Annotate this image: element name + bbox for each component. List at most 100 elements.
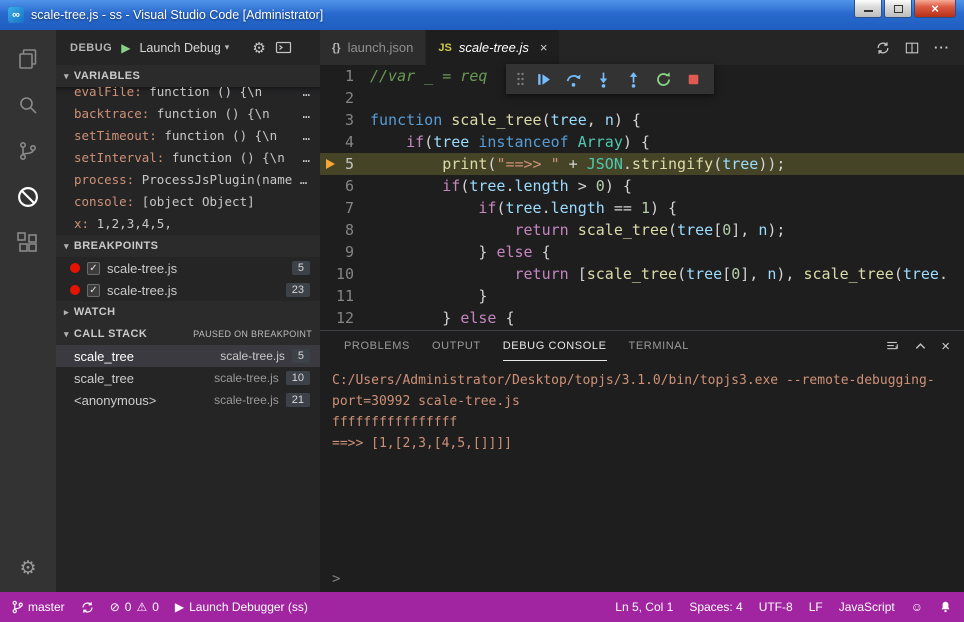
variable-name: x:	[74, 216, 89, 231]
code-line[interactable]: 6 if(tree.length > 0) {	[320, 175, 964, 197]
split-editor-button[interactable]	[905, 41, 919, 55]
minimize-button[interactable]	[854, 0, 882, 18]
tab-output[interactable]: OUTPUT	[432, 331, 481, 361]
variable-row[interactable]: process: ProcessJsPlugin(name …	[56, 168, 320, 190]
eol-setting[interactable]: LF	[809, 600, 823, 614]
maximize-panel-button[interactable]	[914, 340, 927, 352]
sidebar-item-explorer[interactable]	[0, 36, 56, 82]
code-token: .	[505, 177, 514, 195]
code-line[interactable]: 3function scale_tree(tree, n) {	[320, 109, 964, 131]
line-number[interactable]: 6	[320, 175, 370, 197]
sidebar-item-extensions[interactable]	[0, 220, 56, 266]
callstack-frame[interactable]: scale_treescale-tree.js10	[56, 367, 320, 389]
launch-debugger-status[interactable]: ▶ Launch Debugger (ss)	[175, 600, 308, 614]
code-line[interactable]: 4 if(tree instanceof Array) {	[320, 131, 964, 153]
settings-gear-icon[interactable]: ⚙	[0, 557, 56, 580]
breakpoint-checkbox[interactable]: ✓	[87, 262, 100, 275]
tab-debug-console[interactable]: DEBUG CONSOLE	[503, 331, 607, 361]
callstack-frame[interactable]: scale_treescale-tree.js5	[56, 345, 320, 367]
feedback-smiley-icon[interactable]: ☺	[911, 600, 923, 614]
code-editor[interactable]: 1//var _ = req23function scale_tree(tree…	[320, 65, 964, 330]
tab-terminal[interactable]: TERMINAL	[629, 331, 689, 361]
variable-value: function () {\n	[157, 128, 277, 143]
restart-button[interactable]	[650, 66, 677, 92]
start-debug-button[interactable]: ▶	[121, 41, 130, 55]
variable-row[interactable]: evalFile: function () {\n…	[56, 87, 320, 102]
code-line[interactable]: 12 } else {	[320, 307, 964, 329]
variable-row[interactable]: setTimeout: function () {\n…	[56, 124, 320, 146]
variable-row[interactable]: backtrace: function () {\n…	[56, 102, 320, 124]
close-icon: ×	[931, 1, 939, 16]
notifications-bell[interactable]	[939, 600, 952, 614]
line-number[interactable]: 8	[320, 219, 370, 241]
more-actions-icon[interactable]: ···	[934, 40, 950, 55]
title-bar[interactable]: ∞ scale-tree.js - ss - Visual Studio Cod…	[0, 0, 964, 30]
line-number[interactable]: 3	[320, 109, 370, 131]
language-mode[interactable]: JavaScript	[839, 600, 895, 614]
branch-indicator[interactable]: master	[12, 600, 65, 614]
breakpoint-line-badge: 5	[292, 261, 310, 275]
tab-scale-tree-js[interactable]: JS scale-tree.js ×	[426, 30, 559, 65]
configure-gear-icon[interactable]: ⚙	[252, 39, 265, 57]
callstack-section-header[interactable]: ▾ CALL STACK PAUSED ON BREAKPOINT	[56, 323, 320, 345]
watch-section-header[interactable]: ▸ WATCH	[56, 301, 320, 323]
step-over-button[interactable]	[560, 66, 587, 92]
code-line[interactable]: 5 print("==>> " + JSON.stringify(tree));	[320, 153, 964, 175]
sidebar-item-source-control[interactable]	[0, 128, 56, 174]
tab-close-icon[interactable]: ×	[540, 40, 548, 55]
close-panel-icon[interactable]: ×	[941, 338, 950, 355]
encoding-setting[interactable]: UTF-8	[759, 600, 793, 614]
sidebar-item-debug[interactable]	[0, 174, 56, 220]
cursor-position[interactable]: Ln 5, Col 1	[615, 600, 673, 614]
callstack-frame[interactable]: <anonymous>scale-tree.js21	[56, 389, 320, 411]
debug-config-dropdown[interactable]: Launch Debug ▾	[139, 41, 229, 55]
code-line[interactable]: 10 return [scale_tree(tree[0], n), scale…	[320, 263, 964, 285]
code-line[interactable]: 8 return scale_tree(tree[0], n);	[320, 219, 964, 241]
step-out-button[interactable]	[620, 66, 647, 92]
step-into-button[interactable]	[590, 66, 617, 92]
line-number[interactable]: 12	[320, 307, 370, 329]
maximize-button[interactable]	[884, 0, 912, 18]
breakpoint-row[interactable]: ✓scale-tree.js23	[56, 279, 320, 301]
open-debug-console-button[interactable]	[275, 40, 292, 55]
close-button[interactable]: ×	[914, 0, 956, 18]
overflow-ellipsis: …	[302, 128, 310, 143]
breakpoint-checkbox[interactable]: ✓	[87, 284, 100, 297]
tab-launch-json[interactable]: {} launch.json	[320, 30, 425, 65]
line-number[interactable]: 9	[320, 241, 370, 263]
code-token: scale_tree	[578, 221, 668, 239]
tab-problems[interactable]: PROBLEMS	[344, 331, 410, 361]
indentation-setting[interactable]: Spaces: 4	[689, 600, 742, 614]
line-number[interactable]: 2	[320, 87, 370, 109]
window-controls: ×	[854, 0, 956, 18]
variable-row[interactable]: x: 1,2,3,4,5,	[56, 212, 320, 234]
stop-button[interactable]	[680, 66, 707, 92]
line-number[interactable]: 1	[320, 65, 370, 87]
code-line[interactable]: 7 if(tree.length == 1) {	[320, 197, 964, 219]
sidebar-item-search[interactable]	[0, 82, 56, 128]
vscode-window: ∞ scale-tree.js - ss - Visual Studio Cod…	[0, 0, 964, 622]
clear-console-button[interactable]	[885, 339, 900, 353]
variable-row[interactable]: console: [object Object]	[56, 190, 320, 212]
debug-console-input[interactable]: >	[320, 566, 964, 592]
sync-button[interactable]	[876, 41, 890, 55]
frame-name: <anonymous>	[74, 393, 156, 408]
code-token: if	[478, 199, 496, 217]
code-line[interactable]: 9 } else {	[320, 241, 964, 263]
line-number[interactable]: 7	[320, 197, 370, 219]
toolbar-drag-grip[interactable]	[513, 66, 527, 92]
breakpoints-section-header[interactable]: ▾ BREAKPOINTS	[56, 235, 320, 257]
problems-indicator[interactable]: ⊘ 0 ⚠ 0	[110, 600, 159, 614]
variable-row[interactable]: setInterval: function () {\n…	[56, 146, 320, 168]
breakpoint-row[interactable]: ✓scale-tree.js5	[56, 257, 320, 279]
variables-section-header[interactable]: ▾ VARIABLES	[56, 65, 320, 87]
line-number[interactable]: 4	[320, 131, 370, 153]
launch-debugger-label: Launch Debugger (ss)	[189, 600, 308, 614]
sync-status[interactable]	[81, 601, 94, 614]
code-text: return scale_tree(tree[0], n);	[370, 219, 964, 241]
line-number[interactable]: 11	[320, 285, 370, 307]
code-line[interactable]: 11 }	[320, 285, 964, 307]
line-number[interactable]: 10	[320, 263, 370, 285]
continue-button[interactable]	[530, 66, 557, 92]
paused-status-label: PAUSED ON BREAKPOINT	[193, 329, 312, 339]
